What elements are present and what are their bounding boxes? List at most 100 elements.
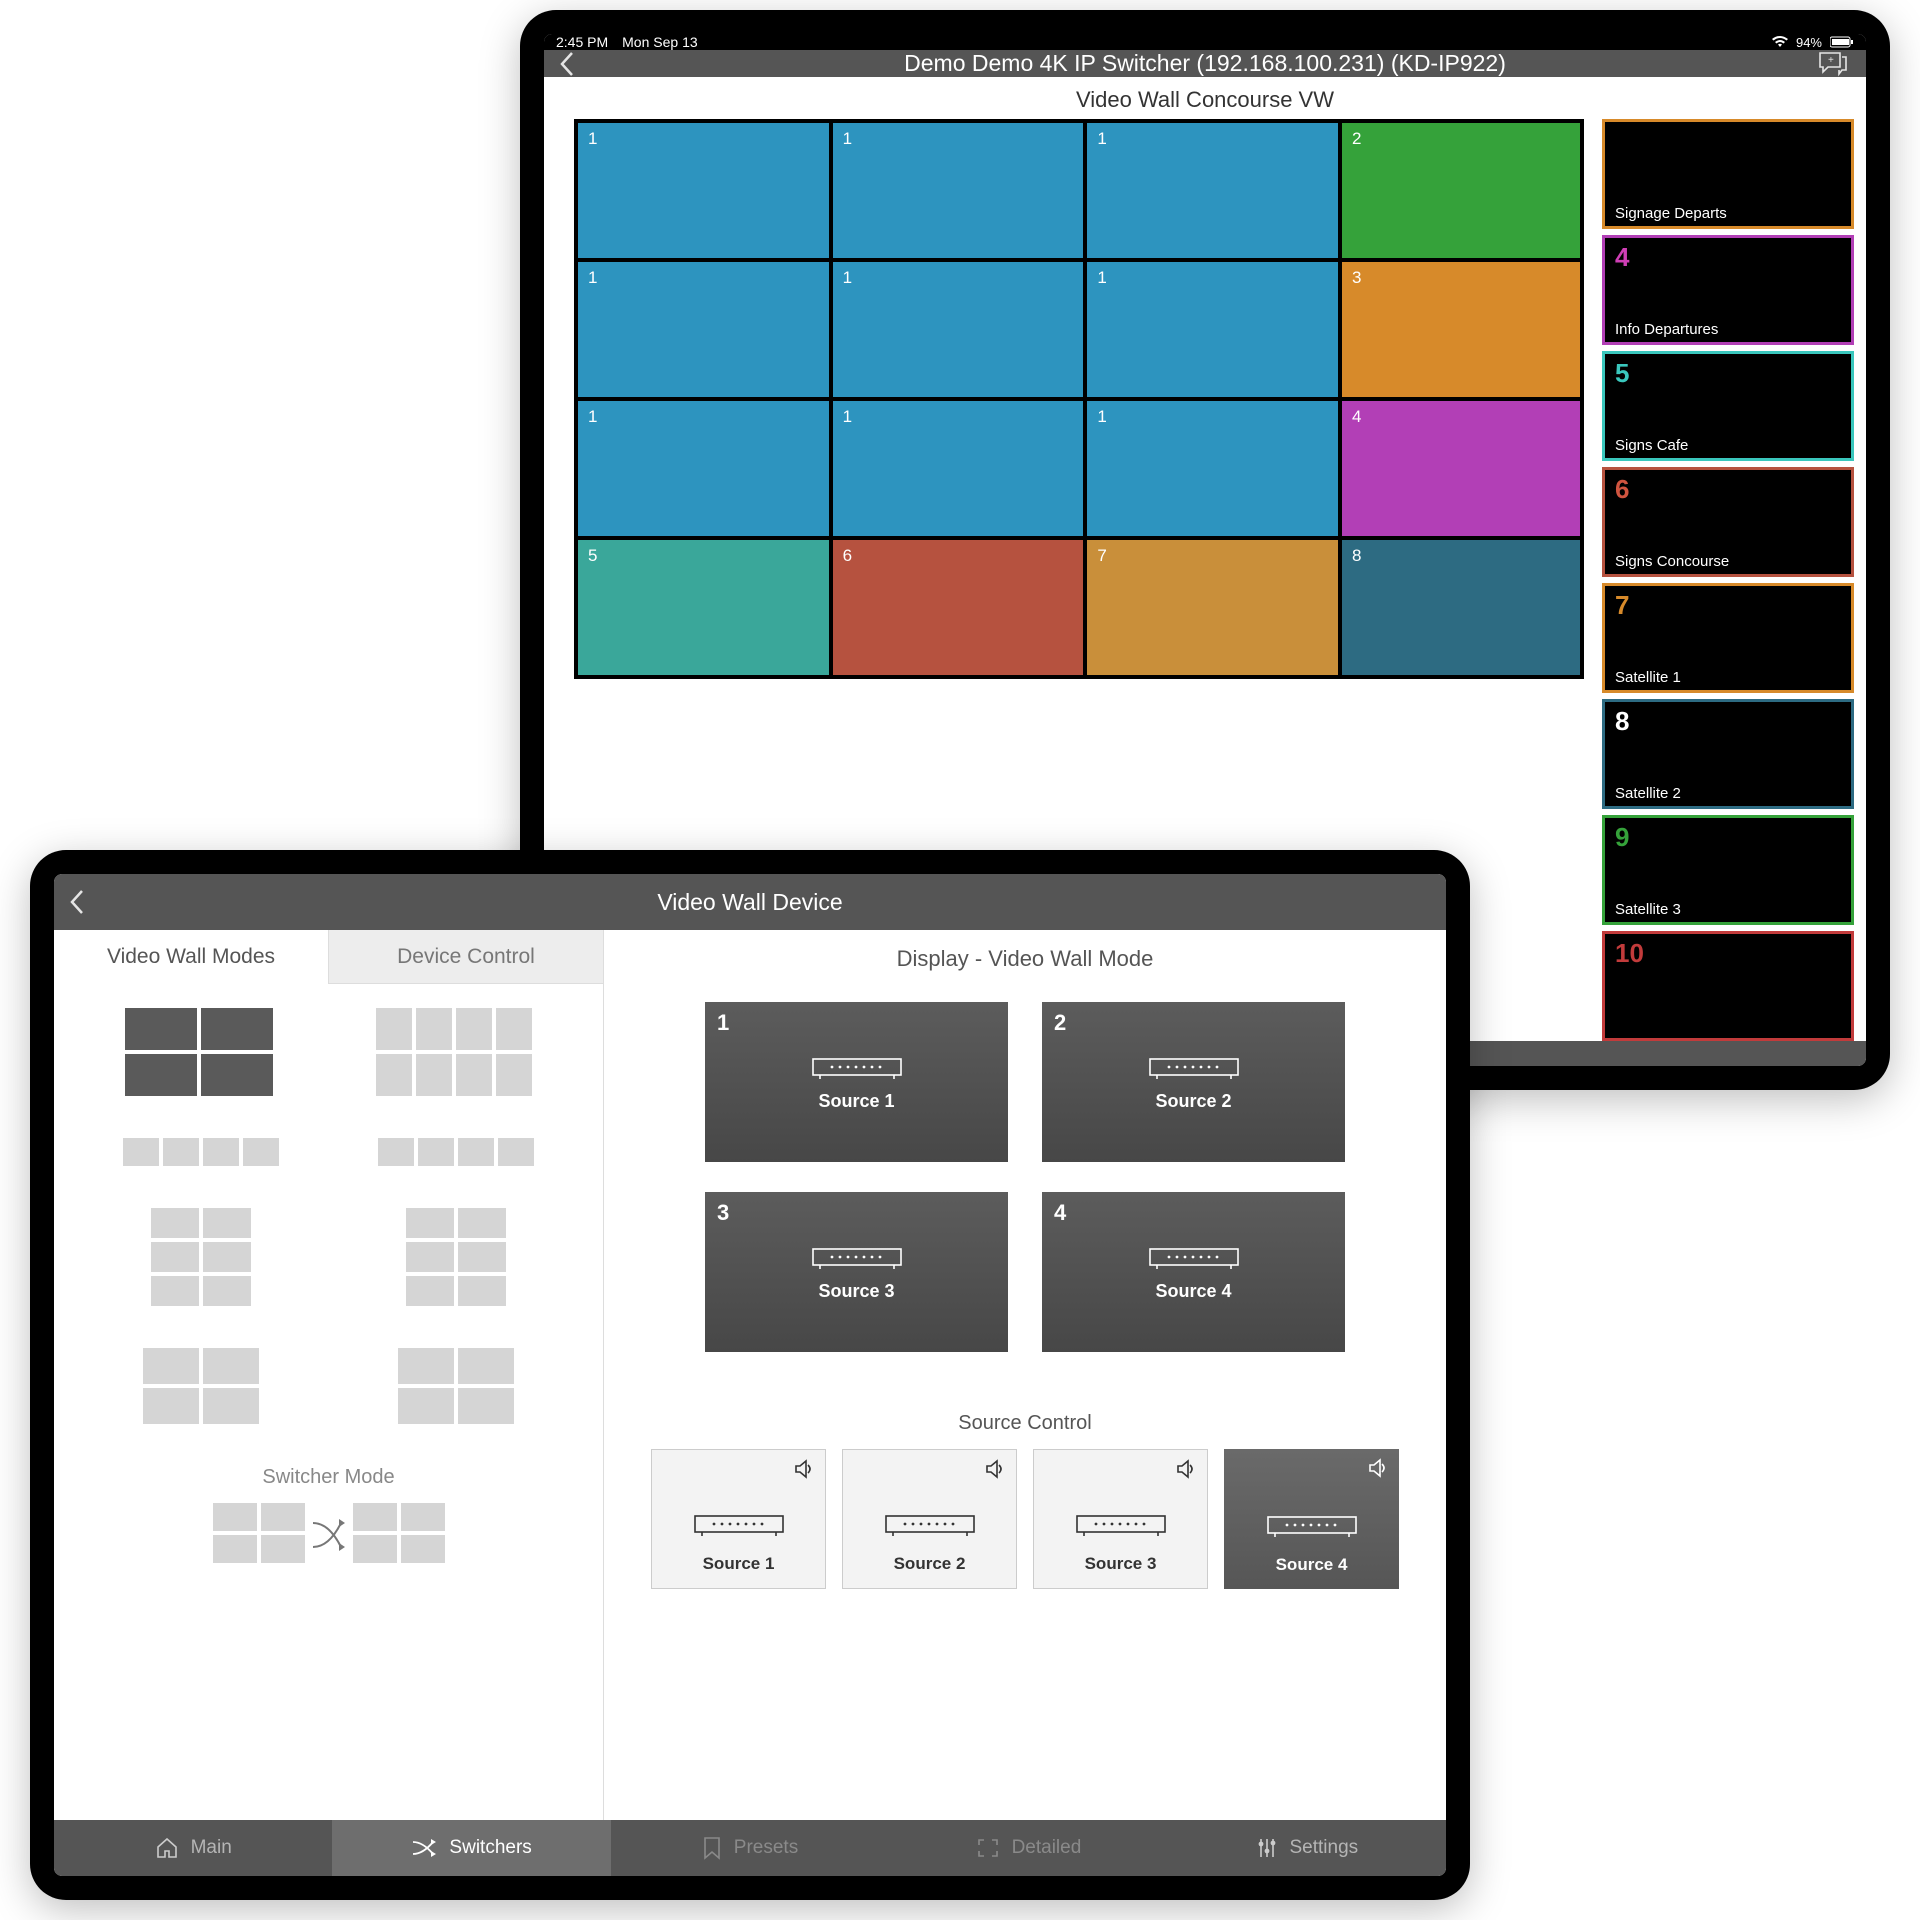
speaker-icon [1175, 1458, 1197, 1480]
status-time: 2:45 PM [556, 34, 608, 50]
source-control-title: Source Control [644, 1412, 1406, 1435]
feed-name: Satellite 3 [1615, 901, 1841, 918]
feed-name: Satellite 2 [1615, 785, 1841, 802]
vw-cell[interactable]: 1 [576, 399, 831, 538]
device-icon [1149, 1053, 1239, 1079]
source-number: 3 [717, 1200, 729, 1226]
vw-cell[interactable]: 1 [831, 399, 1086, 538]
vw-cell[interactable]: 5 [576, 538, 831, 677]
source-tile[interactable]: 1 Source 1 [705, 1002, 1008, 1162]
layout-2x3s[interactable] [151, 1208, 251, 1310]
feed-number: 7 [1615, 592, 1841, 618]
shuffle-icon [309, 1511, 349, 1559]
speaker-icon [984, 1458, 1006, 1480]
switcher-mode-button[interactable] [74, 1503, 583, 1567]
feed-name: Signs Concourse [1615, 553, 1841, 570]
feed-item[interactable]: 10 [1602, 931, 1854, 1041]
feed-name: Signs Cafe [1615, 437, 1841, 454]
speaker-icon [793, 1458, 815, 1480]
bookmark-icon [702, 1836, 722, 1860]
source-label: Source 1 [818, 1091, 894, 1112]
source-tile[interactable]: 2 Source 2 [1042, 1002, 1345, 1162]
layout-quad[interactable] [398, 1348, 514, 1428]
battery-icon [1830, 36, 1854, 48]
vw-cell[interactable]: 7 [1085, 538, 1340, 677]
feed-item[interactable]: 8 Satellite 2 [1602, 699, 1854, 809]
source-control-item[interactable]: Source 2 [842, 1449, 1017, 1589]
feed-item[interactable]: 6 Signs Concourse [1602, 467, 1854, 577]
sliders-icon [1256, 1837, 1278, 1859]
home-icon [155, 1837, 179, 1859]
source-control-label: Source 4 [1276, 1555, 1348, 1575]
feed-item[interactable]: Signage Departs [1602, 119, 1854, 229]
feed-number: 4 [1615, 244, 1841, 270]
source-control-label: Source 1 [703, 1554, 775, 1574]
layout-options: Switcher Mode [54, 984, 603, 1820]
display-mode-title: Display - Video Wall Mode [644, 946, 1406, 972]
layout-2x3s-b[interactable] [406, 1208, 506, 1310]
videowall-grid: 1112111311145678 [574, 119, 1584, 679]
feed-item[interactable]: 5 Signs Cafe [1602, 351, 1854, 461]
vw-cell[interactable]: 6 [831, 538, 1086, 677]
source-control-label: Source 3 [1085, 1554, 1157, 1574]
shuffle-icon [411, 1838, 437, 1858]
source-control-item[interactable]: Source 1 [651, 1449, 826, 1589]
speaker-icon [1367, 1457, 1389, 1479]
feed-item[interactable]: 4 Info Departures [1602, 235, 1854, 345]
feed-item[interactable]: 7 Satellite 1 [1602, 583, 1854, 693]
svg-text:+: + [1828, 55, 1834, 66]
source-label: Source 3 [818, 1281, 894, 1302]
source-control-item[interactable]: Source 4 [1224, 1449, 1399, 1589]
layout-4x2[interactable] [376, 1008, 532, 1100]
layout-2x2[interactable] [125, 1008, 273, 1100]
nav-switchers[interactable]: Switchers [332, 1820, 610, 1876]
vw-cell[interactable]: 1 [831, 121, 1086, 260]
vw-cell[interactable]: 1 [576, 260, 831, 399]
vw-cell[interactable]: 1 [576, 121, 831, 260]
device-icon [1267, 1511, 1357, 1537]
layout-4x1-b[interactable] [378, 1138, 534, 1170]
feed-number: 10 [1615, 940, 1841, 966]
layout-2x2s[interactable] [143, 1348, 259, 1428]
source-label: Source 2 [1155, 1091, 1231, 1112]
feed-number: 5 [1615, 360, 1841, 386]
feed-name: Signage Departs [1615, 205, 1841, 222]
source-label: Source 4 [1155, 1281, 1231, 1302]
back-button[interactable] [68, 889, 86, 915]
source-tile[interactable]: 3 Source 3 [705, 1192, 1008, 1352]
back-button[interactable] [558, 51, 576, 77]
vw-cell[interactable]: 1 [1085, 121, 1340, 260]
expand-icon [976, 1837, 1000, 1859]
source-tile[interactable]: 4 Source 4 [1042, 1192, 1345, 1352]
tab-videowall-modes[interactable]: Video Wall Modes [54, 930, 329, 984]
tab-device-control[interactable]: Device Control [329, 930, 603, 984]
feed-number: 6 [1615, 476, 1841, 502]
feed-number: 8 [1615, 708, 1841, 734]
layout-4x1[interactable] [123, 1138, 279, 1170]
nav-main[interactable]: Main [54, 1820, 332, 1876]
device-icon [812, 1053, 902, 1079]
source-control-item[interactable]: Source 3 [1033, 1449, 1208, 1589]
vw-cell[interactable]: 4 [1340, 399, 1582, 538]
feed-item[interactable]: 9 Satellite 3 [1602, 815, 1854, 925]
feed-number: 9 [1615, 824, 1841, 850]
vw-cell[interactable]: 1 [1085, 399, 1340, 538]
tablet-front: Video Wall Device Video Wall Modes Devic… [30, 850, 1470, 1900]
device-icon [812, 1243, 902, 1269]
vw-cell[interactable]: 1 [831, 260, 1086, 399]
source-grid: 1 Source 12 Source 23 Source 34 Source 4 [705, 1002, 1345, 1352]
chat-icon[interactable]: + [1816, 50, 1848, 78]
nav-presets[interactable]: Presets [611, 1820, 889, 1876]
vw-cell[interactable]: 2 [1340, 121, 1582, 260]
vw-cell[interactable]: 3 [1340, 260, 1582, 399]
nav-detailed[interactable]: Detailed [889, 1820, 1167, 1876]
bottom-nav: Main Switchers Presets Detailed Settings [54, 1820, 1446, 1876]
vw-cell[interactable]: 8 [1340, 538, 1582, 677]
nav-settings[interactable]: Settings [1168, 1820, 1446, 1876]
source-control-label: Source 2 [894, 1554, 966, 1574]
wifi-icon [1772, 36, 1788, 48]
source-control-row: Source 1 Source 2 Source 3 Source 4 [644, 1449, 1406, 1589]
source-number: 2 [1054, 1010, 1066, 1036]
vw-cell[interactable]: 1 [1085, 260, 1340, 399]
source-number: 1 [717, 1010, 729, 1036]
